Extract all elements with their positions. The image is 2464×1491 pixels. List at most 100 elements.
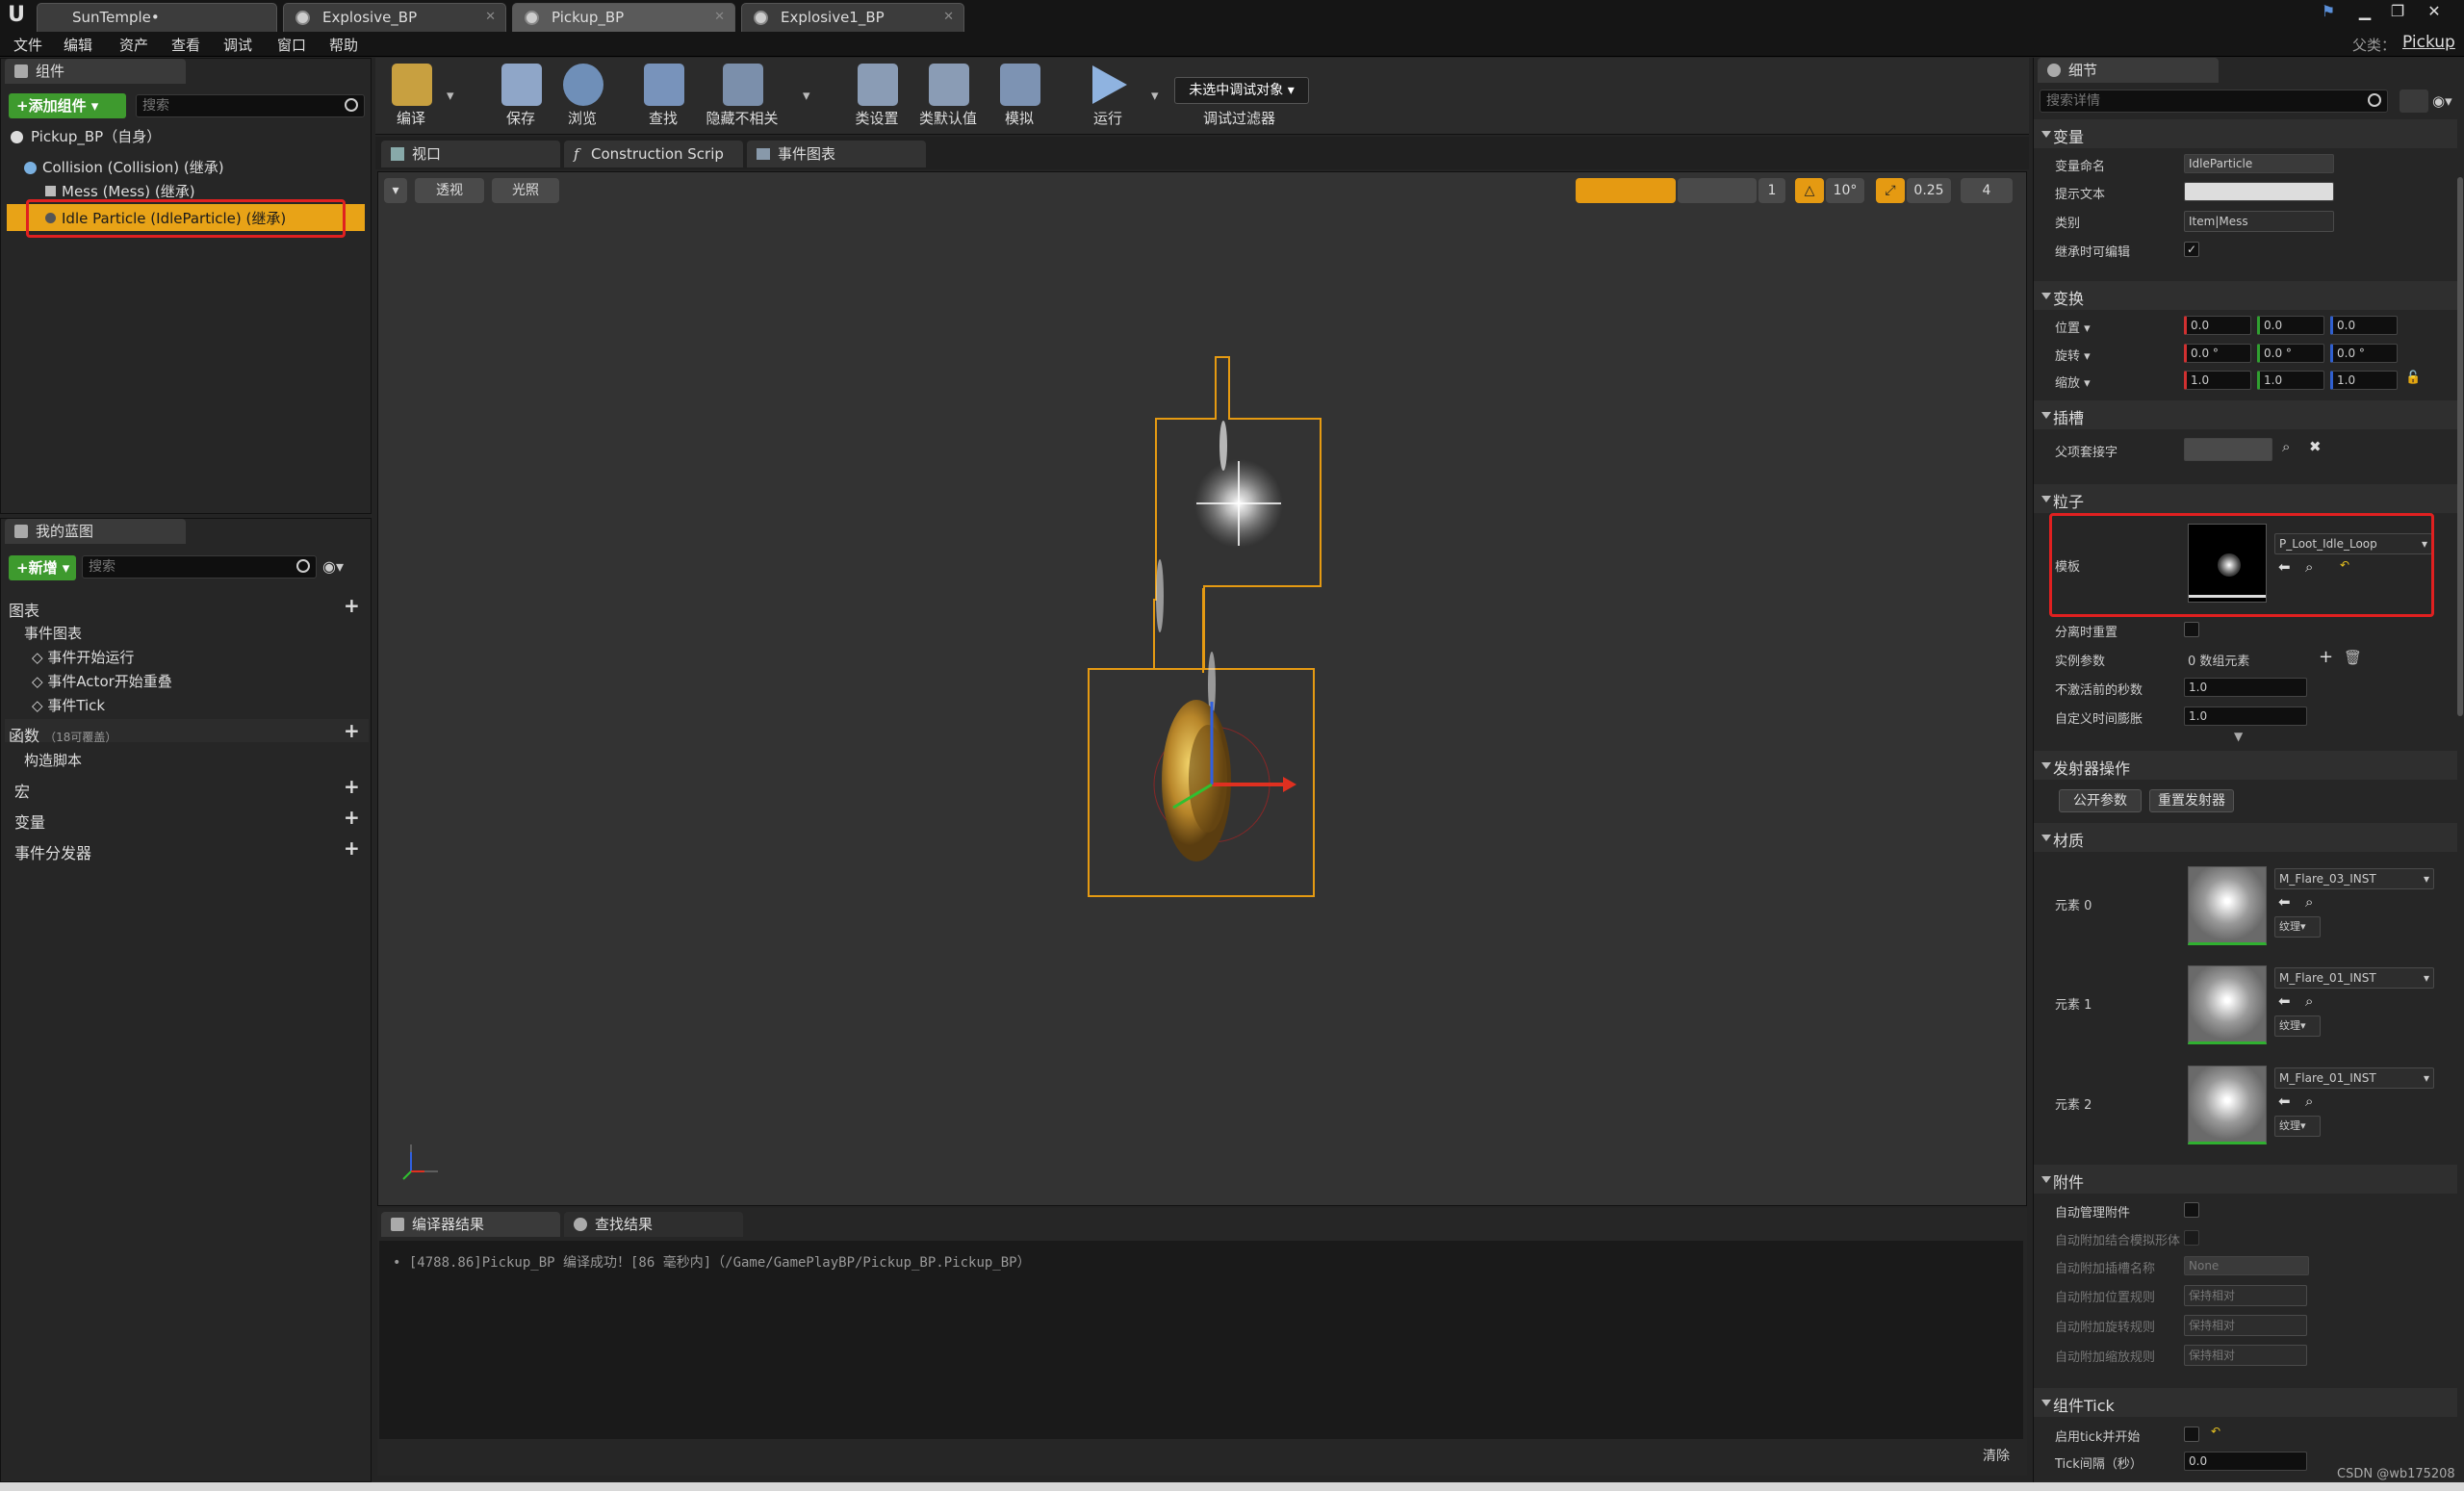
add-component-button[interactable]: +添加组件 ▾ — [9, 93, 126, 118]
browse-search-icon[interactable]: ⌕ — [2305, 992, 2313, 1010]
details-tab[interactable]: 细节 — [2038, 58, 2219, 83]
eye-icon[interactable]: ◉▾ — [322, 557, 344, 576]
material-thumbnail[interactable] — [2188, 1066, 2267, 1144]
macros-header[interactable]: 宏 — [14, 779, 30, 802]
minimize-icon[interactable]: ▁ — [2350, 2, 2379, 21]
rotation-y-field[interactable]: 0.0 ° — [2257, 344, 2324, 363]
event-tick[interactable]: ◇ 事件Tick — [32, 695, 105, 715]
variable-name-field[interactable]: IdleParticle — [2184, 154, 2334, 173]
tab-viewport[interactable]: 视口 — [381, 141, 560, 167]
tooltip-field[interactable] — [2184, 182, 2334, 201]
component-collision[interactable]: Collision (Collision) (继承) — [24, 157, 224, 177]
section-socket[interactable]: 插槽 — [2034, 400, 2457, 429]
tab-pickup-bp[interactable]: Pickup_BP ✕ — [512, 3, 735, 32]
material-select[interactable]: M_Flare_01_INST ▾ — [2274, 967, 2434, 989]
category-select[interactable]: Item|Mess — [2184, 211, 2334, 232]
play-options-chevron-icon[interactable]: ▾ — [1151, 87, 1159, 104]
browse-button[interactable]: 浏览 — [549, 58, 616, 135]
hide-unrelated-button[interactable]: 隐藏不相关 — [706, 58, 779, 135]
find-button[interactable]: 查找 — [629, 58, 697, 135]
section-emitter-ops[interactable]: 发射器操作 — [2034, 751, 2457, 780]
tab-explosive1-bp[interactable]: Explosive1_BP ✕ — [741, 3, 964, 32]
property-matrix-icon[interactable] — [2400, 90, 2428, 113]
rotation-z-field[interactable]: 0.0 ° — [2330, 344, 2398, 363]
prewarm-field[interactable]: 1.0 — [2184, 678, 2307, 697]
rotation-x-field[interactable]: 0.0 ° — [2184, 344, 2251, 363]
play-button[interactable]: 运行 — [1074, 58, 1142, 135]
expand-advanced-chevron-icon[interactable]: ▼ — [2234, 730, 2243, 743]
construction-script-item[interactable]: 构造脚本 — [24, 750, 82, 770]
event-graph-item[interactable]: 事件图表 — [24, 623, 82, 643]
maximize-icon[interactable]: ❐ — [2383, 2, 2412, 21]
texture-dropdown[interactable]: 纹理▾ — [2274, 1015, 2321, 1037]
simulate-button[interactable]: 模拟 — [986, 58, 1053, 135]
add-macro-icon[interactable]: + — [344, 775, 360, 798]
menu-file[interactable]: 文件 — [13, 35, 42, 55]
components-tab[interactable]: 组件 — [5, 59, 186, 84]
components-search-input[interactable]: 搜索 — [136, 94, 365, 117]
section-materials[interactable]: 材质 — [2034, 823, 2457, 852]
browse-search-icon[interactable]: ⌕ — [2305, 1093, 2313, 1110]
menu-help[interactable]: 帮助 — [329, 35, 358, 55]
my-blueprint-tab[interactable]: 我的蓝图 — [5, 519, 186, 544]
functions-header[interactable]: 函数 （18可覆盖） — [9, 723, 116, 746]
parent-socket-field[interactable] — [2184, 438, 2272, 461]
class-settings-button[interactable]: 类设置 — [843, 58, 911, 135]
graphs-header[interactable]: 图表 — [9, 598, 39, 621]
menu-debug[interactable]: 调试 — [223, 35, 252, 55]
dispatchers-header[interactable]: 事件分发器 — [14, 840, 91, 863]
variables-header[interactable]: 变量 — [14, 810, 45, 833]
tick-interval-field[interactable]: 0.0 — [2184, 1452, 2307, 1471]
add-variable-icon[interactable]: + — [344, 806, 360, 829]
compile-options-chevron-icon[interactable]: ▾ — [447, 87, 454, 104]
tab-find-results[interactable]: 查找结果 — [564, 1212, 743, 1237]
details-search-input[interactable]: 搜索详情 — [2040, 90, 2388, 113]
compile-button[interactable]: 编译 — [377, 58, 445, 135]
feedback-icon[interactable]: ⚑ — [2314, 2, 2343, 21]
expose-params-button[interactable]: 公开参数 — [2059, 789, 2142, 812]
clear-button[interactable]: 清除 — [1983, 1446, 2010, 1465]
root-component[interactable]: Pickup_BP（自身） — [11, 126, 161, 146]
add-function-icon[interactable]: + — [344, 719, 360, 742]
time-dilation-field[interactable]: 1.0 — [2184, 707, 2307, 726]
scale-x-field[interactable]: 1.0 — [2184, 371, 2251, 390]
component-mess[interactable]: Mess (Mess) (继承) — [45, 181, 195, 201]
myblueprint-search-input[interactable]: 搜索 — [82, 555, 317, 578]
lock-icon[interactable]: 🔓 — [2405, 371, 2421, 385]
details-scrollbar[interactable] — [2457, 177, 2463, 716]
tick-start-checkbox[interactable] — [2184, 1427, 2199, 1442]
add-element-icon[interactable]: + — [2319, 647, 2333, 667]
section-particle[interactable]: 粒子 — [2034, 484, 2457, 513]
tab-event-graph[interactable]: 事件图表 — [747, 141, 926, 167]
debug-object-select[interactable]: 未选中调试对象 ▾ — [1174, 77, 1309, 104]
search-icon[interactable]: ⌕ — [2282, 438, 2290, 455]
material-thumbnail[interactable] — [2188, 965, 2267, 1044]
close-icon[interactable]: ✕ — [485, 4, 496, 31]
reset-emitter-button[interactable]: 重置发射器 — [2149, 789, 2234, 812]
section-attachment[interactable]: 附件 — [2034, 1165, 2457, 1194]
scale-y-field[interactable]: 1.0 — [2257, 371, 2324, 390]
use-selected-arrow-icon[interactable]: ⬅ — [2278, 992, 2291, 1010]
clear-icon[interactable]: ✖ — [2309, 438, 2322, 455]
tab-suntemple[interactable]: SunTemple• — [37, 3, 277, 32]
location-y-field[interactable]: 0.0 — [2257, 316, 2324, 335]
section-component-tick[interactable]: 组件Tick — [2034, 1388, 2457, 1417]
location-z-field[interactable]: 0.0 — [2330, 316, 2398, 335]
menu-edit[interactable]: 编辑 — [64, 35, 92, 55]
tab-compiler-results[interactable]: 编译器结果 — [381, 1212, 560, 1237]
material-select[interactable]: M_Flare_03_INST ▾ — [2274, 868, 2434, 889]
location-x-field[interactable]: 0.0 — [2184, 316, 2251, 335]
close-window-icon[interactable]: ✕ — [2420, 2, 2449, 21]
reset-to-default-icon[interactable]: ↶ — [2211, 1425, 2220, 1438]
use-selected-arrow-icon[interactable]: ⬅ — [2278, 893, 2291, 911]
trash-icon[interactable]: 🗑 — [2344, 649, 2362, 666]
viewport[interactable]: ▾ 透视 光照 1 △ 10° ⤢ 0.25 4 — [377, 171, 2027, 1206]
tab-explosive-bp[interactable]: Explosive_BP ✕ — [283, 3, 506, 32]
class-defaults-button[interactable]: 类默认值 — [914, 58, 982, 135]
menu-view[interactable]: 查看 — [171, 35, 200, 55]
event-actor-overlap[interactable]: ◇ 事件Actor开始重叠 — [32, 671, 172, 691]
add-dispatcher-icon[interactable]: + — [344, 836, 360, 860]
section-variable[interactable]: 变量 — [2034, 119, 2457, 148]
auto-manage-checkbox[interactable] — [2184, 1202, 2199, 1218]
hide-options-chevron-icon[interactable]: ▾ — [803, 87, 810, 104]
